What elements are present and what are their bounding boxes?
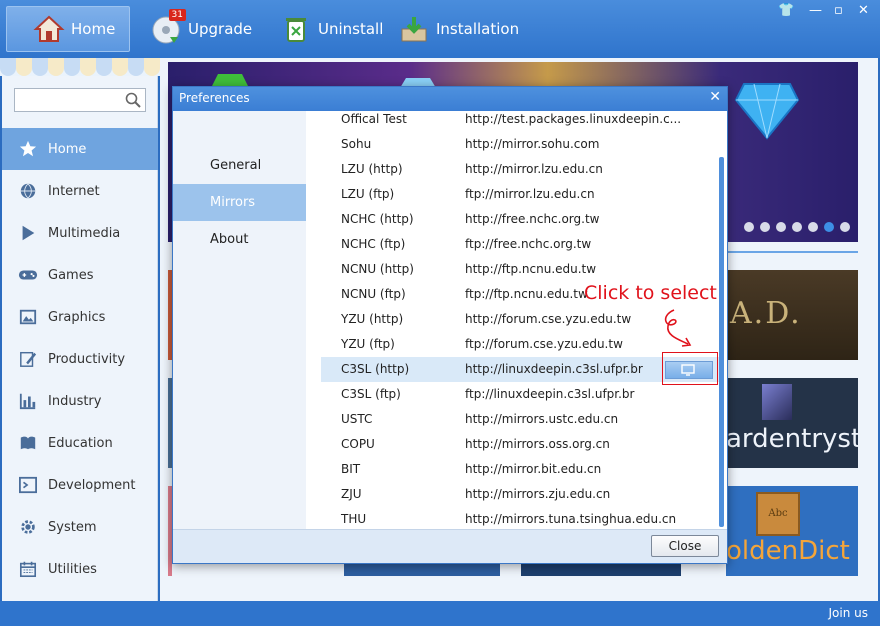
banner-dot[interactable]	[776, 222, 786, 232]
banner-dot[interactable]	[744, 222, 754, 232]
annotation-text: Click to select	[584, 282, 717, 304]
banner-dot[interactable]	[808, 222, 818, 232]
app-tile-goldendict[interactable]: Abc oldenDict	[726, 486, 858, 576]
sidebar-item-industry[interactable]: Industry	[2, 380, 158, 422]
sidebar-item-utilities[interactable]: Utilities	[2, 548, 158, 590]
play-icon	[18, 223, 38, 243]
status-bar: Join us	[0, 601, 880, 626]
nav-upgrade-button[interactable]: 31 Upgrade	[150, 6, 252, 52]
app-tile-bottom-1[interactable]	[344, 564, 500, 576]
banner-dot[interactable]	[792, 222, 802, 232]
diamond-icon	[734, 83, 800, 140]
skin-icon[interactable]: 👕	[778, 3, 794, 18]
sidebar-item-home[interactable]: Home	[2, 128, 158, 170]
mirror-row[interactable]: ZJU http://mirrors.zju.edu.cn	[321, 482, 719, 507]
window-close-icon[interactable]: ✕	[858, 3, 869, 18]
nav-home-button[interactable]: Home	[6, 6, 130, 52]
nav-installation-button[interactable]: Installation	[398, 6, 519, 52]
banner-dot[interactable]	[760, 222, 770, 232]
mirror-row[interactable]: C3SL (ftp) ftp://linuxdeepin.c3sl.ufpr.br	[321, 382, 719, 407]
tab-about[interactable]: About	[173, 221, 306, 258]
awning-decoration	[0, 58, 160, 76]
mirror-row-selected[interactable]: C3SL (http) http://linuxdeepin.c3sl.ufpr.…	[321, 357, 719, 382]
app-tile-ardentryst[interactable]: ardentryst	[726, 378, 861, 468]
annotation-highlight-box	[662, 352, 718, 385]
picture-icon	[18, 307, 38, 327]
join-us-link[interactable]: Join us	[829, 606, 869, 620]
sidebar-item-internet[interactable]: Internet	[2, 170, 158, 212]
bar-chart-icon	[18, 391, 38, 411]
calendar-icon	[18, 559, 38, 579]
top-toolbar: Home 31 Upgrade Uninstall Installation 👕…	[0, 0, 880, 58]
mirror-row[interactable]: NCNU (http) http://ftp.ncnu.edu.tw	[321, 257, 719, 282]
globe-icon	[18, 181, 38, 201]
search-icon[interactable]	[125, 92, 141, 112]
dialog-footer: Close	[173, 529, 727, 563]
mirror-row[interactable]: BIT http://mirror.bit.edu.cn	[321, 457, 719, 482]
pencil-icon	[18, 349, 38, 369]
preferences-dialog: Preferences ✕ General Mirrors About Offi…	[172, 86, 728, 564]
search-input[interactable]	[19, 90, 123, 110]
gear-icon	[18, 517, 38, 537]
upgrade-disc-icon: 31	[150, 9, 186, 45]
sidebar-item-games[interactable]: Games	[2, 254, 158, 296]
dialog-tabs: General Mirrors About	[173, 111, 306, 529]
dictionary-book-icon: Abc	[756, 492, 800, 536]
sidebar-item-graphics[interactable]: Graphics	[2, 296, 158, 338]
mirror-row[interactable]: THU http://mirrors.tuna.tsinghua.edu.cn	[321, 507, 719, 527]
mirror-row[interactable]: COPU http://mirrors.oss.org.cn	[321, 432, 719, 457]
dialog-title: Preferences	[179, 91, 250, 105]
search-box[interactable]	[14, 88, 146, 112]
banner-dot-active[interactable]	[824, 222, 834, 232]
minimize-icon[interactable]: —	[809, 3, 822, 18]
book-icon	[18, 433, 38, 453]
dialog-close-icon[interactable]: ✕	[709, 89, 721, 105]
mirror-row[interactable]: Sohu http://mirror.sohu.com	[321, 132, 719, 157]
install-box-icon	[398, 13, 430, 45]
mirror-row[interactable]: LZU (ftp) ftp://mirror.lzu.edu.cn	[321, 182, 719, 207]
app-tile-bottom-2[interactable]	[521, 564, 681, 576]
nav-uninstall-button[interactable]: Uninstall	[280, 6, 383, 52]
annotation-arrow-icon	[664, 309, 692, 347]
upgrade-count-badge: 31	[168, 9, 186, 21]
close-button[interactable]: Close	[651, 535, 719, 557]
terminal-icon	[18, 475, 38, 495]
house-icon	[33, 13, 65, 45]
mirror-row[interactable]: NCHC (ftp) ftp://free.nchc.org.tw	[321, 232, 719, 257]
star-icon	[18, 139, 38, 159]
maximize-icon[interactable]: ▫	[834, 3, 843, 18]
banner-dot[interactable]	[840, 222, 850, 232]
app-tile-0ad[interactable]: A.D.	[726, 270, 858, 360]
mirror-row[interactable]: Offical Test http://test.packages.linuxde…	[321, 107, 719, 132]
sidebar-item-productivity[interactable]: Productivity	[2, 338, 158, 380]
tab-general[interactable]: General	[173, 147, 306, 184]
gamepad-icon	[18, 265, 38, 285]
ardentryst-logo-icon	[762, 384, 792, 420]
sidebar-item-education[interactable]: Education	[2, 422, 158, 464]
mirror-row[interactable]: USTC http://mirrors.ustc.edu.cn	[321, 407, 719, 432]
banner-pager	[744, 222, 850, 232]
trash-icon	[280, 13, 312, 45]
tab-mirrors[interactable]: Mirrors	[173, 184, 306, 221]
mirror-row[interactable]: LZU (http) http://mirror.lzu.edu.cn	[321, 157, 719, 182]
category-sidebar: Home Internet Multimedia Games Graphics …	[2, 76, 158, 601]
mirror-row[interactable]: NCHC (http) http://free.nchc.org.tw	[321, 207, 719, 232]
divider	[726, 251, 858, 253]
sidebar-item-development[interactable]: Development	[2, 464, 158, 506]
sidebar-item-multimedia[interactable]: Multimedia	[2, 212, 158, 254]
sidebar-item-system[interactable]: System	[2, 506, 158, 548]
mirror-list-scrollbar[interactable]	[719, 157, 724, 527]
